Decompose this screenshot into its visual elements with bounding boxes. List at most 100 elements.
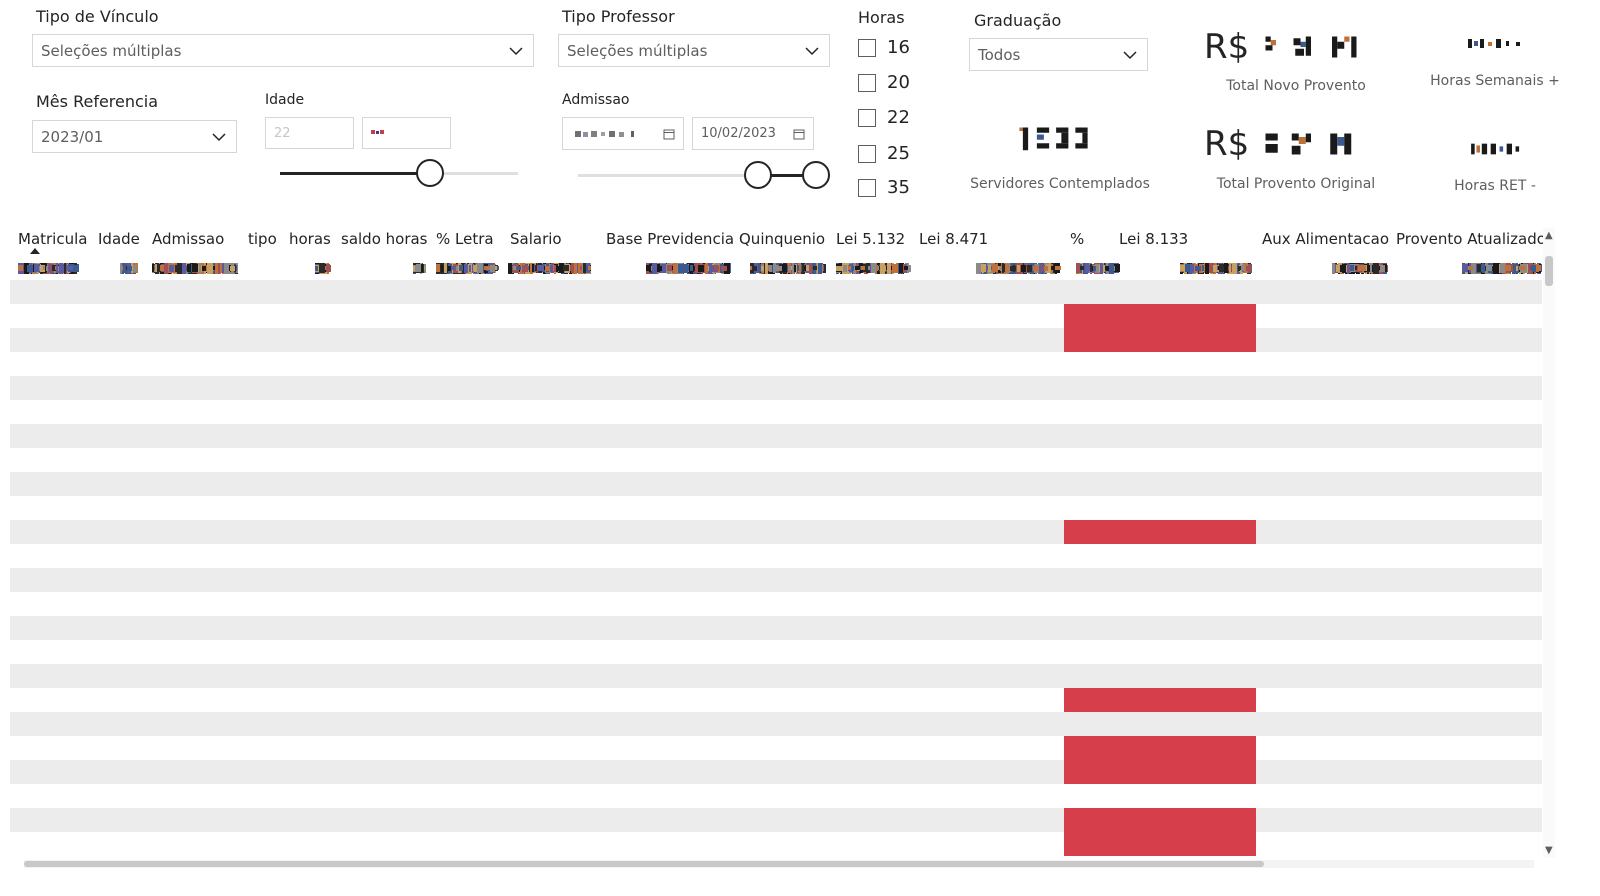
total-provento-original-value: R$ [1204,124,1429,164]
tipo-vinculo-value: Seleções múltiplas [41,41,182,60]
table-row[interactable] [10,424,1542,448]
table-row[interactable] [10,688,1542,712]
tipo-professor-dropdown[interactable]: Seleções múltiplas [558,34,830,67]
table-row[interactable] [10,520,1542,544]
checkbox[interactable] [858,108,876,127]
horas-label: Horas [858,8,905,27]
table-row[interactable] [10,568,1542,592]
horas-option[interactable]: 25 [858,143,910,164]
table-row[interactable] [10,472,1542,496]
scroll-up-icon[interactable]: ▲ [1545,230,1553,241]
redacted-value [1265,36,1357,58]
column-header-lei-8471[interactable]: Lei 8.471 [919,230,988,248]
column-header-percent-letra[interactable]: % Letra [436,230,494,248]
chevron-down-icon [509,46,523,55]
horas-option[interactable]: 20 [858,72,910,93]
table-row[interactable] [10,784,1542,808]
column-header-provento-atualizado[interactable]: Provento Atualizado [1396,230,1546,248]
table-row[interactable] [10,616,1542,640]
vertical-scrollbar-thumb[interactable] [1545,256,1553,286]
column-header-admissao[interactable]: Admissao [152,230,224,248]
conditional-format-highlight [1064,736,1256,784]
table-row[interactable] [10,352,1542,376]
graduacao-value: Todos [978,45,1021,64]
horas-ret-label: Horas RET - [1454,178,1536,194]
idade-label: Idade [265,92,305,108]
scroll-down-icon[interactable]: ▼ [1545,845,1553,856]
table-row[interactable] [10,496,1542,520]
mes-referencia-label: Mês Referencia [36,92,159,111]
horizontal-scrollbar[interactable] [24,860,1534,868]
admissao-start-input[interactable] [562,117,684,150]
table-row[interactable] [10,592,1542,616]
table-row[interactable] [10,664,1542,688]
conditional-format-highlight [1064,304,1256,352]
admissao-slider-start-handle[interactable] [744,161,772,189]
table-row[interactable] [10,280,1542,304]
column-header-matricula[interactable]: Matricula [18,230,87,248]
admissao-end-input[interactable]: 10/02/2023 [692,117,814,150]
column-header-base-previdencia[interactable]: Base Previdencia [606,230,734,248]
tipo-professor-value: Seleções múltiplas [567,41,708,60]
table-row[interactable] [10,640,1542,664]
column-header-saldo-horas[interactable]: saldo horas [341,230,428,248]
column-header-aux-alimentacao[interactable]: Aux Alimentacao [1262,230,1389,248]
idade-slider-handle[interactable] [416,159,444,187]
column-header-salario[interactable]: Salario [510,230,562,248]
column-header-horas[interactable]: horas [289,230,331,248]
column-header-idade[interactable]: Idade [98,230,140,248]
column-header-tipo[interactable]: tipo [248,230,277,248]
conditional-format-highlight [1064,688,1256,712]
horizontal-scrollbar-thumb[interactable] [24,861,1264,867]
conditional-format-highlight [1064,520,1256,544]
table-row[interactable] [10,376,1542,400]
admissao-label: Admissao [562,92,630,108]
tipo-vinculo-label: Tipo de Vínculo [36,7,159,26]
chevron-down-icon [212,132,226,141]
chevron-down-icon [805,46,819,55]
idade-max-input[interactable] [362,117,451,149]
checkbox[interactable] [858,73,876,92]
graduacao-dropdown[interactable]: Todos [969,38,1148,71]
column-header-lei-5132[interactable]: Lei 5.132 [836,230,905,248]
vertical-scrollbar[interactable]: ▲ ▼ [1543,228,1555,858]
redacted-value [371,130,384,134]
table-row[interactable] [10,400,1542,424]
table-row[interactable] [10,808,1542,832]
redacted-value [1019,127,1088,151]
horas-option[interactable]: 22 [858,107,910,128]
column-header-quinquenio[interactable]: Quinquenio [739,230,825,248]
tipo-vinculo-dropdown[interactable]: Seleções múltiplas [32,34,534,67]
total-novo-provento-value: R$ [1204,27,1429,67]
conditional-format-highlight [1064,808,1256,856]
horas-option[interactable]: 16 [858,37,910,58]
admissao-slider-end-handle[interactable] [802,161,830,189]
column-header-lei-8133[interactable]: Lei 8.133 [1119,230,1188,248]
table-row[interactable] [10,712,1542,736]
table-row[interactable] [10,544,1542,568]
table-row[interactable] [10,328,1542,352]
checkbox[interactable] [858,38,876,57]
calendar-icon[interactable] [663,128,675,140]
tipo-professor-label: Tipo Professor [562,7,675,26]
checkbox[interactable] [858,178,876,197]
currency-prefix: R$ [1204,27,1250,67]
column-header-percent[interactable]: % [1070,230,1084,248]
table-row[interactable] [10,832,1542,856]
table-row[interactable] [10,736,1542,760]
table-row[interactable] [10,448,1542,472]
horas-option-label: 22 [887,107,910,128]
idade-min-input[interactable]: 22 [265,117,354,149]
table-row[interactable] [10,760,1542,784]
horas-option-label: 35 [887,177,910,198]
checkbox[interactable] [858,144,876,163]
horas-ret-value [1466,141,1526,157]
servidores-contemplados-label: Servidores Contemplados [970,176,1150,192]
table-row[interactable] [10,304,1542,328]
idade-min-value: 22 [274,125,291,141]
graduacao-label: Graduação [974,11,1062,30]
horas-option[interactable]: 35 [858,177,910,198]
mes-referencia-dropdown[interactable]: 2023/01 [32,120,237,153]
mes-referencia-value: 2023/01 [41,127,104,146]
calendar-icon[interactable] [793,128,805,140]
